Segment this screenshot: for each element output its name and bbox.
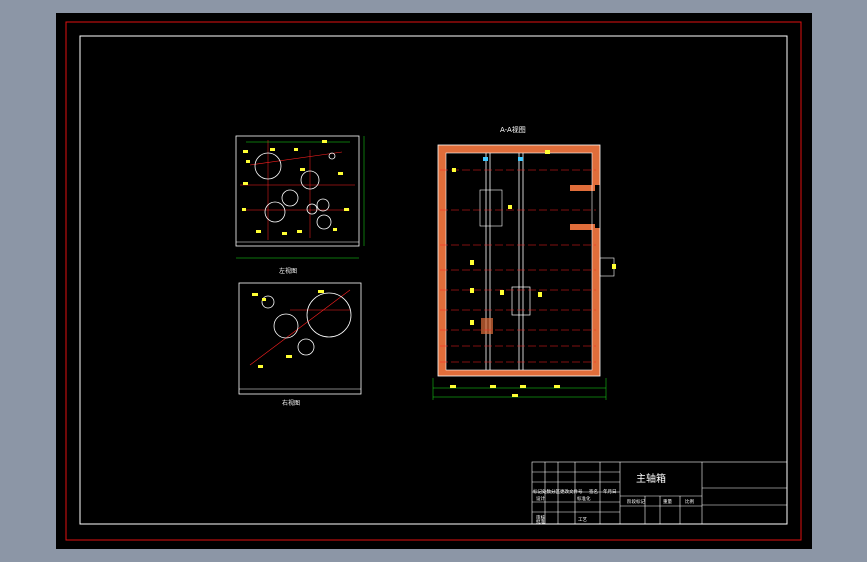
cad-drawing-viewer: 左视图 右视图 A-A视图 主轴箱 标记处数分区更改文件号 签名 年月日 设计 … [0, 0, 867, 562]
title-stage-marks: 阶段标记 [627, 498, 645, 505]
title-row-label-1: 标记处数分区更改文件号 [533, 488, 583, 495]
title-cell-approve: 批准 [536, 518, 545, 525]
left-view-bottom-title: 右视图 [282, 399, 300, 407]
title-scale: 比例 [685, 498, 694, 505]
title-row-label-3: 年月日 [603, 488, 617, 495]
left-view-top-title: 左视图 [279, 267, 297, 275]
sheet-background [56, 13, 812, 549]
title-weight: 重量 [663, 498, 672, 505]
title-row-label-2: 签名 [589, 488, 598, 495]
title-cell-std: 标准化 [577, 495, 591, 502]
drawing-sheet: 左视图 右视图 A-A视图 主轴箱 标记处数分区更改文件号 签名 年月日 设计 … [56, 13, 812, 549]
section-view-title: A-A视图 [500, 125, 526, 134]
title-cell-process: 工艺 [578, 517, 587, 523]
drawing-name: 主轴箱 [636, 472, 666, 485]
title-cell-design: 设计 [536, 495, 545, 502]
